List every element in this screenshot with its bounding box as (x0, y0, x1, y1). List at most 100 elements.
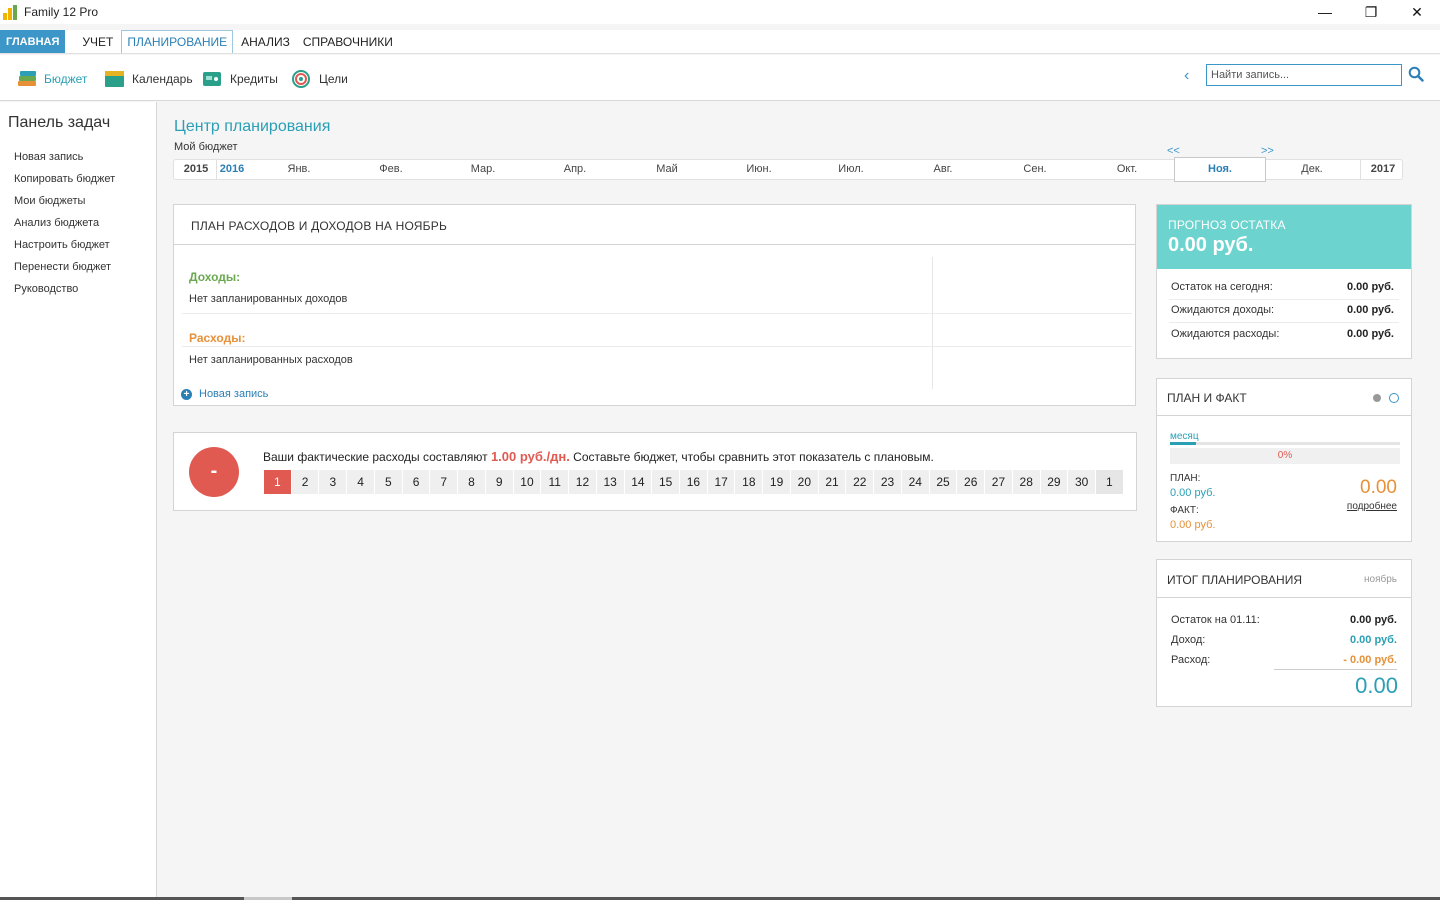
day-cell[interactable]: 29 (1041, 470, 1069, 494)
budget-name: Мой бюджет (174, 141, 238, 153)
day-cell[interactable]: 8 (458, 470, 486, 494)
window-controls: — ❐ ✕ (1302, 0, 1440, 24)
day-cell[interactable]: 16 (680, 470, 708, 494)
day-cell[interactable]: 19 (763, 470, 791, 494)
day-cell[interactable]: 20 (791, 470, 819, 494)
planning-total-month: ноябрь (1364, 574, 1397, 585)
task-new-entry[interactable]: Новая запись (14, 151, 156, 173)
day-cell[interactable]: 17 (708, 470, 736, 494)
day-cell[interactable]: 3 (319, 470, 348, 494)
day-cell[interactable]: 15 (652, 470, 681, 494)
balance-forecast-panel: ПРОГНОЗ ОСТАТКА 0.00 руб. Остаток на сег… (1156, 204, 1412, 359)
month-prev-button[interactable]: << (1167, 145, 1180, 157)
menu-planning[interactable]: ПЛАНИРОВАНИЕ (121, 30, 234, 53)
toolbar-budget-label: Бюджет (44, 72, 88, 86)
task-configure-budget[interactable]: Настроить бюджет (14, 239, 156, 261)
new-entry-label: Новая запись (199, 388, 269, 400)
task-my-budgets[interactable]: Мои бюджеты (14, 195, 156, 217)
timeline-month[interactable]: Май (622, 160, 712, 179)
day-cell[interactable]: 28 (1013, 470, 1041, 494)
menu-accounting[interactable]: УЧЕТ (77, 30, 118, 53)
day-cell[interactable]: 9 (486, 470, 514, 494)
planning-total-panel: ИТОГ ПЛАНИРОВАНИЯ ноябрь Остаток на 01.1… (1156, 559, 1412, 707)
timeline-month[interactable]: Июл. (806, 160, 896, 179)
total-row: Остаток на 01.11: 0.00 руб. (1171, 614, 1397, 626)
month-next-button[interactable]: >> (1261, 145, 1274, 157)
toolbar-goals[interactable]: Цели (291, 69, 348, 89)
total-row: Доход: 0.00 руб. (1171, 634, 1397, 646)
plan-value: 0.00 руб. (1170, 487, 1216, 499)
total-row-label: Расход: (1171, 654, 1211, 666)
tab-underline (1170, 442, 1400, 445)
plan-panel-header: ПЛАН РАСХОДОВ И ДОХОДОВ НА НОЯБРЬ (174, 205, 1135, 245)
toolbar-credits[interactable]: Кредиты (202, 69, 278, 89)
timeline-year-next[interactable]: 2017 (1364, 160, 1402, 179)
timeline-month[interactable]: Янв. (254, 160, 344, 179)
day-cell[interactable]: 25 (930, 470, 958, 494)
day-cell[interactable]: 11 (541, 470, 570, 494)
day-cell[interactable]: 5 (375, 470, 403, 494)
plan-fact-panel: ПЛАН И ФАКТ месяц 0% ПЛАН: 0.00 руб. ФАК… (1156, 378, 1412, 542)
divider (1274, 669, 1397, 670)
timeline-month[interactable]: Мар. (438, 160, 528, 179)
timeline-year-current[interactable]: 2016 (218, 160, 246, 179)
total-row-label: Доход: (1171, 634, 1206, 646)
day-cell[interactable]: 30 (1068, 470, 1097, 494)
menu-analysis[interactable]: АНАЛИЗ (236, 30, 295, 53)
day-cell[interactable]: 4 (347, 470, 375, 494)
day-cell[interactable]: 12 (569, 470, 597, 494)
plan-fact-tab-month[interactable]: месяц (1170, 431, 1199, 442)
toolbar-goals-label: Цели (319, 72, 348, 86)
timeline-month[interactable]: Авг. (898, 160, 988, 179)
day-cell[interactable]: 22 (846, 470, 875, 494)
day-cell[interactable]: 23 (874, 470, 902, 494)
task-budget-analysis[interactable]: Анализ бюджета (14, 217, 156, 239)
page-title: Центр планирования (174, 118, 331, 135)
budget-stack-icon (16, 69, 38, 89)
search-input[interactable] (1206, 64, 1402, 86)
daily-spend-value: 1.00 руб./дн. (490, 449, 570, 464)
toolbar-calendar[interactable]: Календарь (104, 69, 193, 89)
search-icon[interactable] (1408, 66, 1424, 82)
day-cell[interactable]: 27 (985, 470, 1013, 494)
timeline-month[interactable]: Апр. (530, 160, 620, 179)
menu-home[interactable]: ГЛАВНАЯ (0, 30, 66, 53)
day-cell[interactable]: 18 (735, 470, 764, 494)
timeline-month[interactable]: Фев. (346, 160, 436, 179)
day-cell[interactable]: 24 (902, 470, 930, 494)
timeline-year-prev[interactable]: 2015 (176, 160, 216, 179)
close-button[interactable]: ✕ (1394, 0, 1440, 24)
day-cell[interactable]: 7 (430, 470, 459, 494)
maximize-button[interactable]: ❐ (1348, 0, 1394, 24)
day-cell[interactable]: 10 (514, 470, 542, 494)
day-cell[interactable]: 6 (403, 470, 431, 494)
day-cell[interactable]: 26 (957, 470, 986, 494)
day-cell[interactable]: 21 (819, 470, 847, 494)
pager-dot-icon[interactable] (1389, 393, 1399, 403)
search-back-button[interactable]: ‹ (1184, 67, 1189, 85)
minimize-button[interactable]: — (1302, 0, 1348, 24)
toolbar-budget[interactable]: Бюджет (16, 69, 87, 89)
new-entry-link[interactable]: + Новая запись (181, 388, 268, 400)
day-cell[interactable]: 1 (1096, 470, 1124, 494)
day-cell[interactable]: 2 (292, 470, 320, 494)
timeline-month[interactable]: Дек. (1266, 160, 1358, 179)
forecast-label: ПРОГНОЗ ОСТАТКА (1168, 218, 1286, 232)
timeline-month[interactable]: Сен. (990, 160, 1080, 179)
task-copy-budget[interactable]: Копировать бюджет (14, 173, 156, 195)
pager-dot-icon[interactable] (1373, 394, 1381, 402)
day-cell[interactable]: 13 (597, 470, 625, 494)
day-cell[interactable]: 1 (264, 470, 292, 494)
timeline-month-active[interactable]: Ноя. (1174, 157, 1266, 182)
details-link[interactable]: подробнее (1347, 501, 1397, 512)
plan-panel: ПЛАН РАСХОДОВ И ДОХОДОВ НА НОЯБРЬ Доходы… (173, 204, 1136, 406)
toolbar-calendar-label: Календарь (132, 72, 193, 86)
menu-references[interactable]: СПРАВОЧНИКИ (298, 30, 398, 53)
task-transfer-budget[interactable]: Перенести бюджет (14, 261, 156, 283)
task-guide[interactable]: Руководство (14, 283, 156, 305)
income-label: Доходы: (189, 270, 241, 284)
timeline-month[interactable]: Окт. (1082, 160, 1172, 179)
day-cell[interactable]: 14 (625, 470, 653, 494)
timeline-month[interactable]: Июн. (714, 160, 804, 179)
msg-after: Составьте бюджет, чтобы сравнить этот по… (569, 450, 934, 464)
